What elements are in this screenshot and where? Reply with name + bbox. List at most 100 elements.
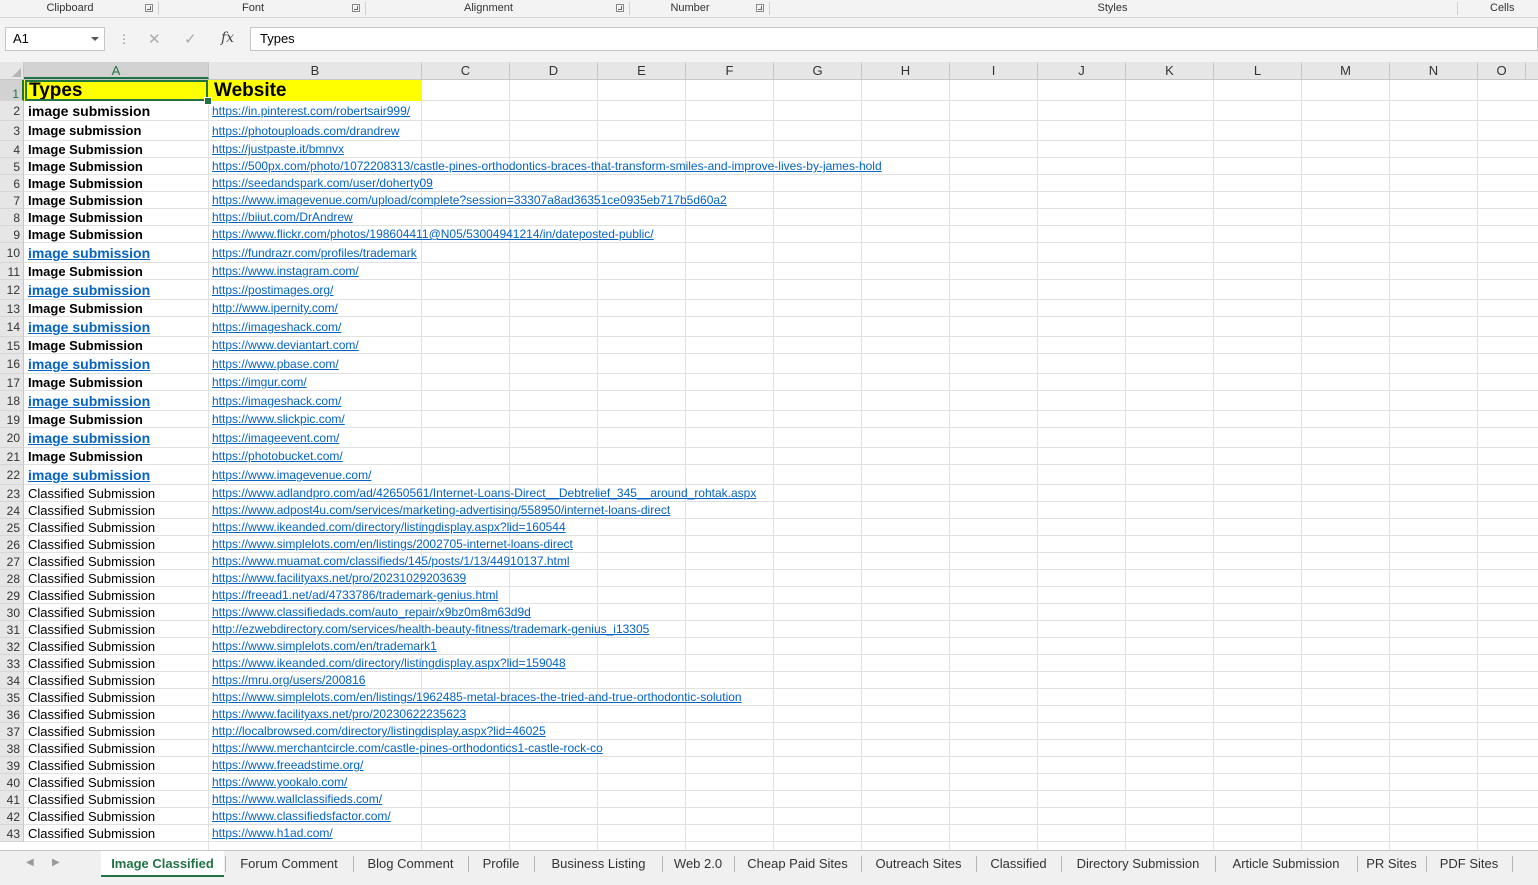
scroll-tabs-left-icon[interactable]: ◀ xyxy=(26,857,34,868)
website-link[interactable]: https://www.simplelots.com/en/listings/2… xyxy=(209,536,573,553)
website-link[interactable]: https://photouploads.com/drandrew xyxy=(209,121,422,141)
type-link-cell[interactable]: image submission xyxy=(24,317,209,337)
type-cell[interactable]: Classified Submission xyxy=(24,808,209,825)
website-link[interactable]: https://in.pinterest.com/robertsair999/ xyxy=(209,101,422,121)
type-cell[interactable]: Image Submission xyxy=(24,175,209,192)
row-header[interactable]: 29 xyxy=(0,587,24,604)
fill-handle[interactable] xyxy=(204,97,212,105)
enter-icon[interactable]: ✓ xyxy=(184,30,197,48)
sheet-tab-forum-comment[interactable]: Forum Comment xyxy=(226,851,352,877)
sheet-tab-image-classified[interactable]: Image Classified xyxy=(101,851,224,877)
type-cell[interactable]: Classified Submission xyxy=(24,825,209,842)
sheet-tab-profile[interactable]: Profile xyxy=(469,851,533,877)
website-link[interactable]: https://mru.org/users/200816 xyxy=(209,672,422,689)
row-header[interactable]: 30 xyxy=(0,604,24,621)
website-link[interactable]: https://www.ikeanded.com/directory/listi… xyxy=(209,655,566,672)
website-link[interactable]: https://www.adpost4u.com/services/market… xyxy=(209,502,670,519)
row-header[interactable]: 22 xyxy=(0,465,24,485)
row-header[interactable]: 18 xyxy=(0,391,24,411)
row-header[interactable]: 9 xyxy=(0,226,24,243)
website-link[interactable]: https://www.facilityaxs.net/pro/20231029… xyxy=(209,570,466,587)
row-header[interactable]: 3 xyxy=(0,121,24,141)
row-header[interactable]: 33 xyxy=(0,655,24,672)
column-header-n[interactable]: N xyxy=(1390,62,1478,79)
sheet-tab-cheap-paid-sites[interactable]: Cheap Paid Sites xyxy=(735,851,860,877)
chevron-down-icon[interactable] xyxy=(91,37,99,41)
row-header[interactable]: 32 xyxy=(0,638,24,655)
row-header[interactable]: 24 xyxy=(0,502,24,519)
website-link[interactable]: https://fundrazr.com/profiles/trademark xyxy=(209,243,422,263)
row-header[interactable]: 35 xyxy=(0,689,24,706)
website-link[interactable]: https://seedandspark.com/user/doherty09 xyxy=(209,175,433,192)
row-header[interactable]: 36 xyxy=(0,706,24,723)
website-link[interactable]: https://justpaste.it/bmnvx xyxy=(209,141,422,158)
row-header[interactable]: 23 xyxy=(0,485,24,502)
column-header-e[interactable]: E xyxy=(598,62,686,79)
website-link[interactable]: https://www.imagevenue.com/upload/comple… xyxy=(209,192,727,209)
row-header[interactable]: 26 xyxy=(0,536,24,553)
type-cell[interactable]: Classified Submission xyxy=(24,502,209,519)
type-cell[interactable]: Image Submission xyxy=(24,158,209,175)
row-header[interactable]: 12 xyxy=(0,280,24,300)
website-link[interactable]: https://imageevent.com/ xyxy=(209,428,422,448)
insert-function-icon[interactable]: fx xyxy=(221,30,234,46)
row-header[interactable]: 42 xyxy=(0,808,24,825)
column-header-i[interactable]: I xyxy=(950,62,1038,79)
website-link[interactable]: https://www.wallclassifieds.com/ xyxy=(209,791,422,808)
type-cell[interactable]: Image Submission xyxy=(24,300,209,317)
row-header[interactable]: 6 xyxy=(0,175,24,192)
column-header-o[interactable]: O xyxy=(1478,62,1526,79)
type-link-cell[interactable]: image submission xyxy=(24,465,209,485)
sheet-tab-business-listing[interactable]: Business Listing xyxy=(536,851,661,877)
column-header-a[interactable]: A xyxy=(24,62,209,79)
type-link-cell[interactable]: image submission xyxy=(24,280,209,300)
column-header-l[interactable]: L xyxy=(1214,62,1302,79)
row-header[interactable]: 4 xyxy=(0,141,24,158)
column-header-m[interactable]: M xyxy=(1302,62,1390,79)
formula-input[interactable]: Types xyxy=(250,27,1538,51)
row-header[interactable]: 41 xyxy=(0,791,24,808)
row-header[interactable]: 15 xyxy=(0,337,24,354)
name-box[interactable]: A1 xyxy=(5,27,105,51)
type-cell[interactable]: image submission xyxy=(24,101,209,121)
column-header-f[interactable]: F xyxy=(686,62,774,79)
type-cell[interactable]: Image Submission xyxy=(24,374,209,391)
type-cell[interactable]: Image Submission xyxy=(24,141,209,158)
row-header[interactable]: 20 xyxy=(0,428,24,448)
website-link[interactable]: https://postimages.org/ xyxy=(209,280,422,300)
website-link[interactable]: https://freead1.net/ad/4733786/trademark… xyxy=(209,587,498,604)
column-header-h[interactable]: H xyxy=(862,62,950,79)
type-cell[interactable]: Classified Submission xyxy=(24,757,209,774)
website-link[interactable]: https://imgur.com/ xyxy=(209,374,422,391)
type-cell[interactable]: Image Submission xyxy=(24,263,209,280)
type-link-cell[interactable]: image submission xyxy=(24,354,209,374)
number-dialog-launcher-icon[interactable] xyxy=(756,4,764,12)
type-cell[interactable]: Classified Submission xyxy=(24,706,209,723)
select-all-button[interactable] xyxy=(0,62,24,80)
row-header[interactable]: 2 xyxy=(0,101,24,121)
type-cell[interactable]: Classified Submission xyxy=(24,621,209,638)
row-header[interactable]: 43 xyxy=(0,825,24,842)
type-cell[interactable]: Image Submission xyxy=(24,337,209,354)
row-header[interactable]: 34 xyxy=(0,672,24,689)
website-link[interactable]: https://www.adlandpro.com/ad/42650561/In… xyxy=(209,485,756,502)
row-header[interactable]: 17 xyxy=(0,374,24,391)
website-link[interactable]: http://ezwebdirectory.com/services/healt… xyxy=(209,621,649,638)
type-cell[interactable]: Image submission xyxy=(24,121,209,141)
website-link[interactable]: https://photobucket.com/ xyxy=(209,448,422,465)
website-link[interactable]: https://www.yookalo.com/ xyxy=(209,774,422,791)
type-link-cell[interactable]: image submission xyxy=(24,428,209,448)
type-cell[interactable]: Classified Submission xyxy=(24,774,209,791)
website-link[interactable]: https://www.simplelots.com/en/listings/1… xyxy=(209,689,742,706)
website-link[interactable]: https://www.ikeanded.com/directory/listi… xyxy=(209,519,566,536)
type-cell[interactable]: Classified Submission xyxy=(24,655,209,672)
sheet-tab-directory-submission[interactable]: Directory Submission xyxy=(1062,851,1214,877)
website-link[interactable]: https://www.simplelots.com/en/trademark1 xyxy=(209,638,437,655)
row-header[interactable]: 38 xyxy=(0,740,24,757)
type-cell[interactable]: Classified Submission xyxy=(24,570,209,587)
sheet-tab-web-2-0[interactable]: Web 2.0 xyxy=(663,851,733,877)
more-options-icon[interactable]: ⋮ xyxy=(118,32,130,46)
website-link[interactable]: https://www.pbase.com/ xyxy=(209,354,422,374)
column-header-d[interactable]: D xyxy=(510,62,598,79)
cancel-icon[interactable]: ✕ xyxy=(148,30,161,48)
